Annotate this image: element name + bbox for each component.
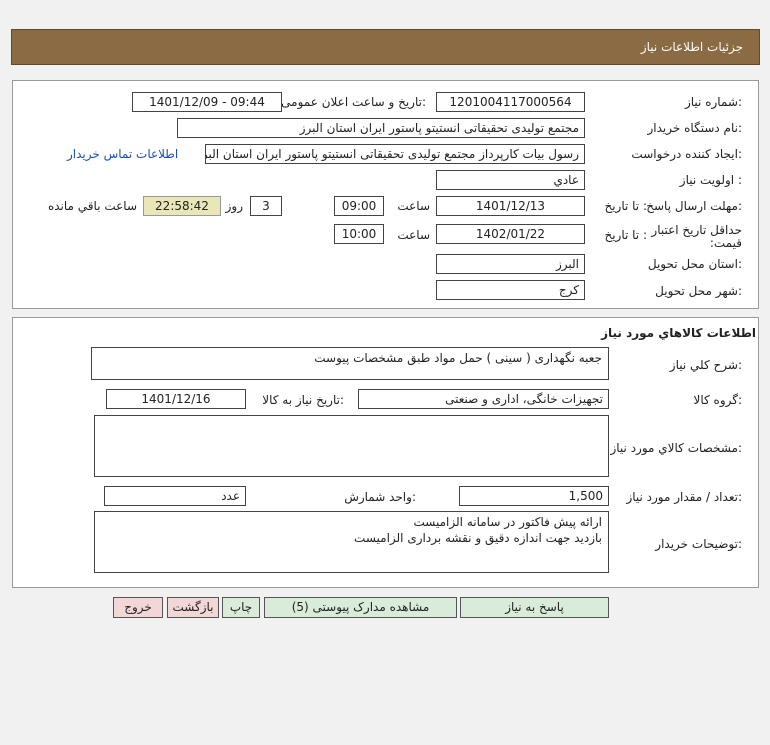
need-number-field: 1201004117000564 <box>436 92 585 112</box>
priority-label: اولویت نیاز : <box>679 173 742 187</box>
need-date-label: تاریخ نیاز به کالا: <box>262 393 344 407</box>
buyer-field: مجتمع تولیدی تحقیقاتی انستیتو پاستور ایر… <box>177 118 585 138</box>
remaining-label: ساعت باقي مانده <box>47 199 137 213</box>
validity-date-field: 1402/01/22 <box>436 224 585 244</box>
print-button[interactable]: چاپ <box>222 597 260 618</box>
window-titlebar: جزئیات اطلاعات نیاز <box>11 29 760 65</box>
contact-buyer-link[interactable]: اطلاعات تماس خریدار <box>67 147 178 161</box>
desc-field: جعبه نگهداری ( سینی ) حمل مواد طبق مشخصا… <box>91 347 609 380</box>
qty-label: تعداد / مقدار مورد نیاز: <box>626 490 742 504</box>
validity-time-label: ساعت <box>397 228 430 242</box>
announce-field: 1401/12/09 - 09:44 <box>132 92 282 112</box>
announce-label: تاریخ و ساعت اعلان عمومی: <box>281 95 426 109</box>
need-number-label: شماره نیاز: <box>684 95 742 109</box>
deadline-date-field: 1401/12/13 <box>436 196 585 216</box>
buyer-label: نام دستگاه خریدار: <box>647 121 743 135</box>
back-button[interactable]: بازگشت <box>167 597 219 618</box>
city-label: شهر محل تحویل: <box>655 284 742 298</box>
view-docs-button[interactable]: مشاهده مدارک پیوستی (5) <box>264 597 457 618</box>
validity-to-date-label: تا تاریخ : <box>604 228 647 242</box>
notes-label: توضيحات خريدار: <box>655 537 742 551</box>
deadline-time-label: ساعت <box>397 199 430 213</box>
unit-label: واحد شمارش: <box>344 490 416 504</box>
creator-field: رسول بیات کارپرداز مجتمع تولیدی تحقیقاتی… <box>205 144 585 164</box>
province-field: البرز <box>436 254 585 274</box>
desc-label: شرح کلي نياز: <box>669 358 742 372</box>
deadline-label: مهلت ارسال پاسخ: <box>646 199 742 213</box>
window-title: جزئیات اطلاعات نیاز <box>640 40 743 54</box>
need-date-field: 1401/12/16 <box>106 389 246 409</box>
qty-field: 1,500 <box>459 486 609 506</box>
need-info-panel <box>12 80 759 309</box>
specs-field <box>94 415 609 477</box>
deadline-time-field: 09:00 <box>334 196 384 216</box>
specs-label: مشخصات کالاي مورد نياز: <box>610 441 742 455</box>
reply-button[interactable]: پاسخ به نیاز <box>460 597 609 618</box>
exit-button[interactable]: خروج <box>113 597 163 618</box>
city-field: کرج <box>436 280 585 300</box>
validity-label: حداقل تاریخ اعتبار قیمت: <box>651 223 742 250</box>
remaining-time-field: 22:58:42 <box>143 196 221 216</box>
group-field: تجهیزات خانگی، اداری و صنعتی <box>358 389 609 409</box>
goods-section-title: اطلاعات کالاهاي مورد نياز <box>601 326 756 340</box>
province-label: استان محل تحویل: <box>647 257 742 271</box>
days-field: 3 <box>250 196 282 216</box>
group-label: گروه کالا: <box>693 393 743 407</box>
notes-field: ارائه پیش فاکتور در سامانه الزامیست بازد… <box>94 511 609 573</box>
validity-time-field: 10:00 <box>334 224 384 244</box>
priority-field: عادي <box>436 170 585 190</box>
unit-field: عدد <box>104 486 246 506</box>
deadline-to-date-label: تا تاریخ : <box>604 199 647 213</box>
creator-label: ایجاد کننده درخواست: <box>631 147 742 161</box>
